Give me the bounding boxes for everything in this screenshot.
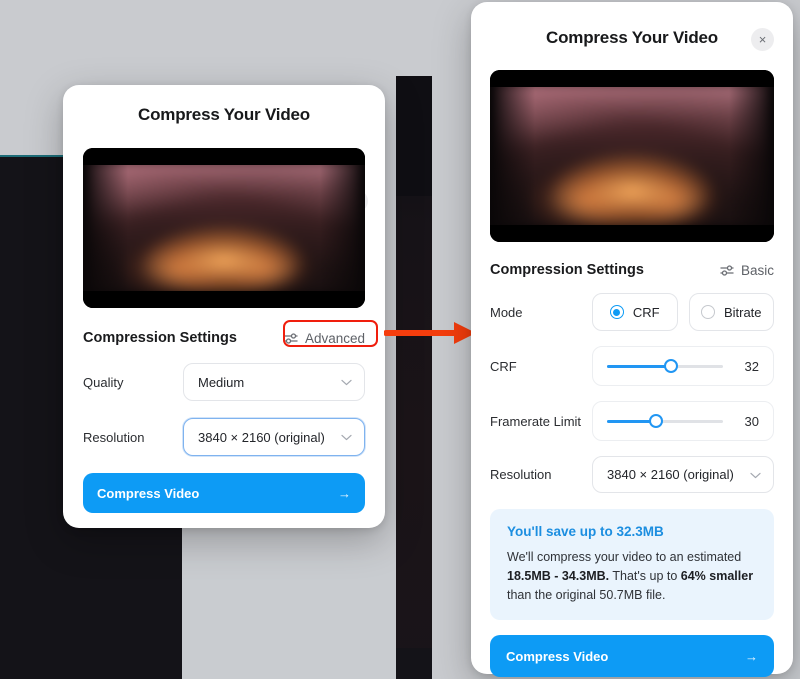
arrow-right-icon: → [745,648,758,664]
crf-value: 32 [744,358,759,374]
savings-description: We'll compress your video to an estimate… [507,548,757,604]
quality-row: Quality Medium [83,363,365,401]
sliders-icon [284,332,299,345]
mode-option-bitrate-label: Bitrate [723,304,762,320]
compression-settings-header: Compression Settings Basic [490,262,774,278]
mode-label: Mode [490,304,523,320]
framerate-slider-box[interactable]: 30 [592,401,774,441]
quality-value: Medium [198,374,245,390]
quality-label: Quality [83,374,124,390]
crf-label: CRF [490,358,517,374]
letterbox-bottom [490,225,774,242]
compress-button-wrap: Compress Video → [490,635,774,678]
resolution-row: Resolution 3840 × 2160 (original) [83,418,365,456]
savings-mid-text: That's up to [609,568,681,583]
crf-slider-box[interactable]: 32 [592,346,774,386]
advanced-mode-toggle-label: Advanced [304,330,365,346]
background-light-band [432,0,474,679]
advanced-mode-toggle[interactable]: Advanced [284,331,365,346]
background-dark-column-top [396,76,432,196]
resolution-row: Resolution 3840 × 2160 (original) [490,456,774,493]
crf-slider-fill [607,364,671,368]
crf-row: CRF 32 [490,346,774,386]
savings-percent: 64% smaller [680,568,754,583]
resolution-value: 3840 × 2160 (original) [607,467,734,482]
savings-estimate-range: 18.5MB - 34.3MB. [507,568,610,583]
mode-row: Mode CRF Bitrate [490,293,774,331]
framerate-slider-track[interactable] [607,414,723,428]
letterbox-top [83,148,365,165]
page-title: Compress Your Video [546,28,718,47]
resolution-value: 3840 × 2160 (original) [198,429,325,445]
vignette-right [728,70,774,242]
letterbox-bottom [83,291,365,308]
radio-unselected-icon [700,305,715,319]
chevron-down-icon [750,466,761,484]
resolution-select[interactable]: 3840 × 2160 (original) [592,456,774,493]
mode-option-bitrate[interactable]: Bitrate [688,293,774,331]
basic-mode-toggle[interactable]: Basic [720,263,774,278]
page-title: Compress Your Video [138,105,310,124]
savings-headline: You'll save up to 32.3MB [507,524,664,539]
vignette-left [490,70,536,242]
video-preview-thumbnail [490,70,774,242]
vignette-right [319,148,365,308]
vignette-left [83,148,129,308]
mode-option-crf-label: CRF [632,304,660,320]
letterbox-top [490,70,774,87]
mode-radio-group: CRF Bitrate [592,293,774,331]
resolution-select[interactable]: 3840 × 2160 (original) [183,418,365,456]
compress-video-button[interactable]: Compress Video → [83,473,365,513]
section-title: Compression Settings [490,262,644,278]
chevron-down-icon [341,373,352,391]
framerate-limit-label: Framerate Limit [490,413,582,429]
crf-slider-track[interactable] [607,359,723,373]
background-light-bottom [182,560,396,679]
crf-slider-thumb[interactable] [663,359,678,373]
compress-button-wrap: Compress Video → [83,473,365,513]
compress-video-button[interactable]: Compress Video → [490,635,774,678]
framerate-value: 30 [744,413,759,429]
compress-video-button-label: Compress Video [506,648,609,664]
framerate-slider-thumb[interactable] [648,414,663,428]
mode-option-crf[interactable]: CRF [592,293,678,331]
framerate-limit-row: Framerate Limit 30 [490,401,774,441]
arrow-right-icon: → [338,485,351,501]
savings-line-1: We'll compress your video to an estimate… [507,550,742,564]
chevron-down-icon [341,428,352,446]
sliders-icon [720,264,735,277]
compression-settings-header: Compression Settings Advanced [83,330,365,346]
basic-mode-toggle-label: Basic [740,262,774,278]
resolution-label: Resolution [83,429,145,445]
section-title: Compression Settings [83,330,237,346]
video-preview-thumbnail [83,148,365,308]
compress-video-button-label: Compress Video [97,485,200,501]
compress-video-dialog-advanced: Compress Your Video × Compression Settin… [471,2,793,678]
radio-selected-icon [609,305,624,319]
resolution-label: Resolution [490,467,552,482]
quality-select[interactable]: Medium [183,363,365,401]
close-icon[interactable]: × [751,28,774,51]
compress-video-dialog-basic: Compress Your Video × Compression Settin… [63,85,385,528]
savings-line-3: than the original 50.7MB file. [507,587,666,602]
savings-estimate-panel: You'll save up to 32.3MB We'll compress … [490,509,774,621]
